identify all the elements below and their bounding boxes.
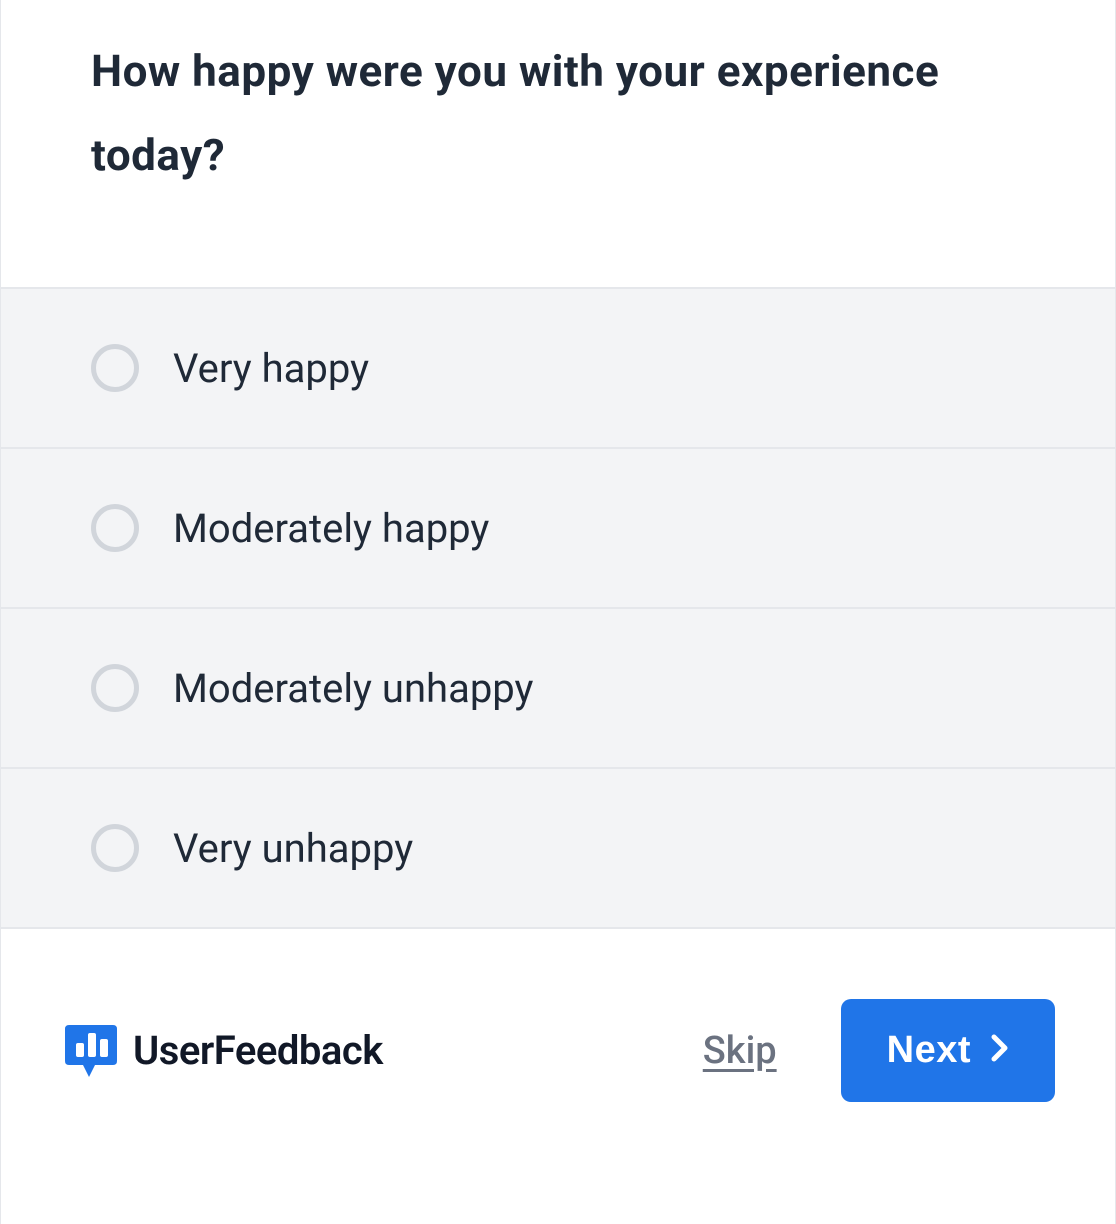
radio-icon xyxy=(91,504,139,552)
question-title: How happy were you with your experience … xyxy=(91,30,1025,197)
option-very-unhappy[interactable]: Very unhappy xyxy=(1,767,1115,929)
question-header: How happy were you with your experience … xyxy=(1,0,1115,287)
option-very-happy[interactable]: Very happy xyxy=(1,287,1115,447)
brand: UserFeedback xyxy=(61,1019,683,1083)
option-label: Moderately happy xyxy=(173,505,489,552)
options-list: Very happy Moderately happy Moderately u… xyxy=(1,287,1115,929)
radio-icon xyxy=(91,664,139,712)
option-moderately-happy[interactable]: Moderately happy xyxy=(1,447,1115,607)
brand-name: UserFeedback xyxy=(133,1027,383,1074)
radio-icon xyxy=(91,824,139,872)
chart-bubble-icon xyxy=(61,1019,125,1083)
survey-card: How happy were you with your experience … xyxy=(0,0,1116,1224)
radio-icon xyxy=(91,344,139,392)
option-moderately-unhappy[interactable]: Moderately unhappy xyxy=(1,607,1115,767)
option-label: Very happy xyxy=(173,345,369,392)
chevron-right-icon xyxy=(991,1029,1009,1072)
option-label: Moderately unhappy xyxy=(173,665,533,712)
next-button-label: Next xyxy=(887,1029,971,1072)
footer: UserFeedback Skip Next xyxy=(1,929,1115,1162)
next-button[interactable]: Next xyxy=(841,999,1055,1102)
skip-link[interactable]: Skip xyxy=(703,1029,777,1073)
option-label: Very unhappy xyxy=(173,825,413,872)
